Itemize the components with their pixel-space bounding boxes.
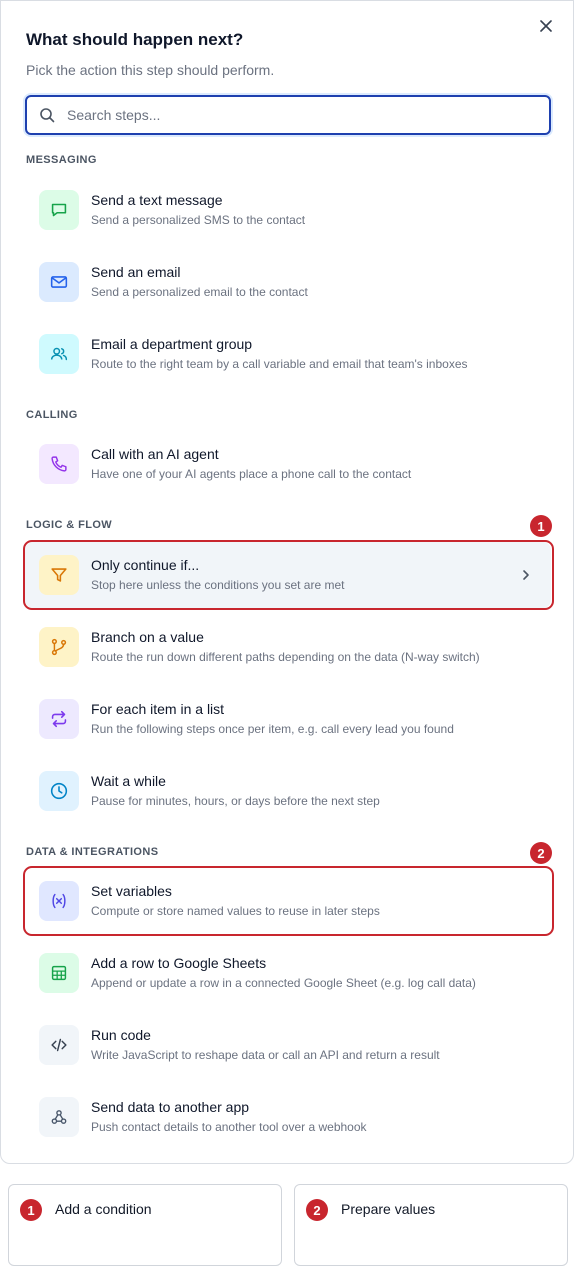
step-name: Send an email — [91, 264, 181, 280]
step-name: Set variables — [91, 883, 172, 899]
step-description: Pause for minutes, hours, or days before… — [91, 794, 380, 808]
step-name: Call with an AI agent — [91, 446, 219, 462]
step-name: Run code — [91, 1027, 151, 1043]
section-data-integrations: DATA & INTEGRATIONS — [26, 846, 159, 858]
step-branch-on-value[interactable]: Branch on a value Route the run down diff… — [25, 614, 551, 680]
search-icon — [40, 108, 55, 123]
dialog-subtitle: Pick the action this step should perform… — [26, 62, 275, 78]
step-send-data-webhook[interactable]: Send data to another app Push contact det… — [25, 1084, 551, 1150]
annotation-card-label-2: Prepare values — [341, 1201, 436, 1217]
repeat-icon — [51, 710, 67, 728]
search-input[interactable] — [65, 106, 549, 124]
close-button[interactable] — [537, 17, 555, 35]
branch-icon-tile — [39, 627, 79, 667]
code-icon-tile — [39, 1025, 79, 1065]
annotation-badge-1: 1 — [530, 515, 552, 537]
step-wait-a-while[interactable]: Wait a while Pause for minutes, hours, or… — [25, 758, 551, 824]
section-calling: CALLING — [26, 409, 78, 421]
users-icon — [50, 347, 68, 361]
phone-icon-tile — [39, 444, 79, 484]
step-name: Send data to another app — [91, 1099, 250, 1115]
message-icon — [51, 203, 67, 217]
step-email-department[interactable]: Email a department group Route to the rig… — [25, 321, 551, 387]
webhook-icon — [51, 1110, 67, 1124]
step-google-sheets-row[interactable]: Add a row to Google Sheets Append or upda… — [25, 940, 551, 1006]
annotation-badge-2: 2 — [530, 842, 552, 864]
step-name: Wait a while — [91, 773, 166, 789]
step-description: Push contact details to another tool ove… — [91, 1120, 367, 1134]
step-picker-dialog: What should happen next? Pick the action… — [0, 0, 574, 1164]
phone-icon — [51, 456, 67, 472]
step-description: Route the run down different paths depen… — [91, 650, 480, 664]
users-icon-tile — [39, 334, 79, 374]
step-description: Stop here unless the conditions you set … — [91, 578, 345, 592]
step-description: Run the following steps once per item, e… — [91, 722, 454, 736]
step-only-continue-if[interactable]: Only continue if... Stop here unless the … — [25, 542, 551, 608]
step-run-code[interactable]: Run code Write JavaScript to reshape data… — [25, 1012, 551, 1078]
variable-icon — [52, 893, 66, 909]
annotation-card-label-1: Add a condition — [55, 1201, 152, 1217]
step-call-ai-agent[interactable]: Call with an AI agent Have one of your AI… — [25, 431, 551, 497]
sheet-icon-tile — [39, 953, 79, 993]
close-icon — [540, 20, 552, 32]
webhook-icon-tile — [39, 1097, 79, 1137]
section-logic-flow: LOGIC & FLOW — [26, 519, 113, 531]
step-description: Compute or store named values to reuse i… — [91, 904, 380, 918]
filter-icon — [51, 568, 67, 582]
search-box[interactable] — [25, 95, 551, 135]
annotation-card-badge-1: 1 — [20, 1199, 42, 1221]
message-icon-tile — [39, 190, 79, 230]
step-for-each-item[interactable]: For each item in a list Run the following… — [25, 686, 551, 752]
step-name: Send a text message — [91, 192, 223, 208]
step-description: Route to the right team by a call variab… — [91, 357, 468, 371]
chevron-right-icon — [519, 566, 533, 584]
annotation-card-badge-2: 2 — [306, 1199, 328, 1221]
step-send-email[interactable]: Send an email Send a personalized email t… — [25, 249, 551, 315]
branch-icon — [51, 638, 67, 656]
annotation-card-1: 1 Add a condition — [8, 1184, 282, 1266]
clock-icon — [50, 782, 68, 800]
step-description: Append or update a row in a connected Go… — [91, 976, 476, 990]
code-icon — [51, 1038, 67, 1052]
step-name: Only continue if... — [91, 557, 200, 573]
mail-icon-tile — [39, 262, 79, 302]
step-set-variables[interactable]: Set variables Compute or store named valu… — [25, 868, 551, 934]
step-description: Send a personalized SMS to the contact — [91, 213, 306, 227]
annotation-card-2: 2 Prepare values — [294, 1184, 568, 1266]
section-messaging: MESSAGING — [26, 154, 97, 166]
step-description: Write JavaScript to reshape data or call… — [91, 1048, 440, 1062]
dialog-title: What should happen next? — [26, 30, 244, 49]
step-name: Add a row to Google Sheets — [91, 955, 267, 971]
clock-icon-tile — [39, 771, 79, 811]
step-name: Email a department group — [91, 336, 253, 352]
step-name: Branch on a value — [91, 629, 204, 645]
mail-icon — [50, 276, 68, 288]
variable-icon-tile — [39, 881, 79, 921]
step-name: For each item in a list — [91, 701, 225, 717]
step-description: Have one of your AI agents place a phone… — [91, 467, 412, 481]
sheet-icon — [51, 965, 67, 981]
filter-icon-tile — [39, 555, 79, 595]
repeat-icon-tile — [39, 699, 79, 739]
step-description: Send a personalized email to the contact — [91, 285, 308, 299]
step-send-text[interactable]: Send a text message Send a personalized S… — [25, 177, 551, 243]
